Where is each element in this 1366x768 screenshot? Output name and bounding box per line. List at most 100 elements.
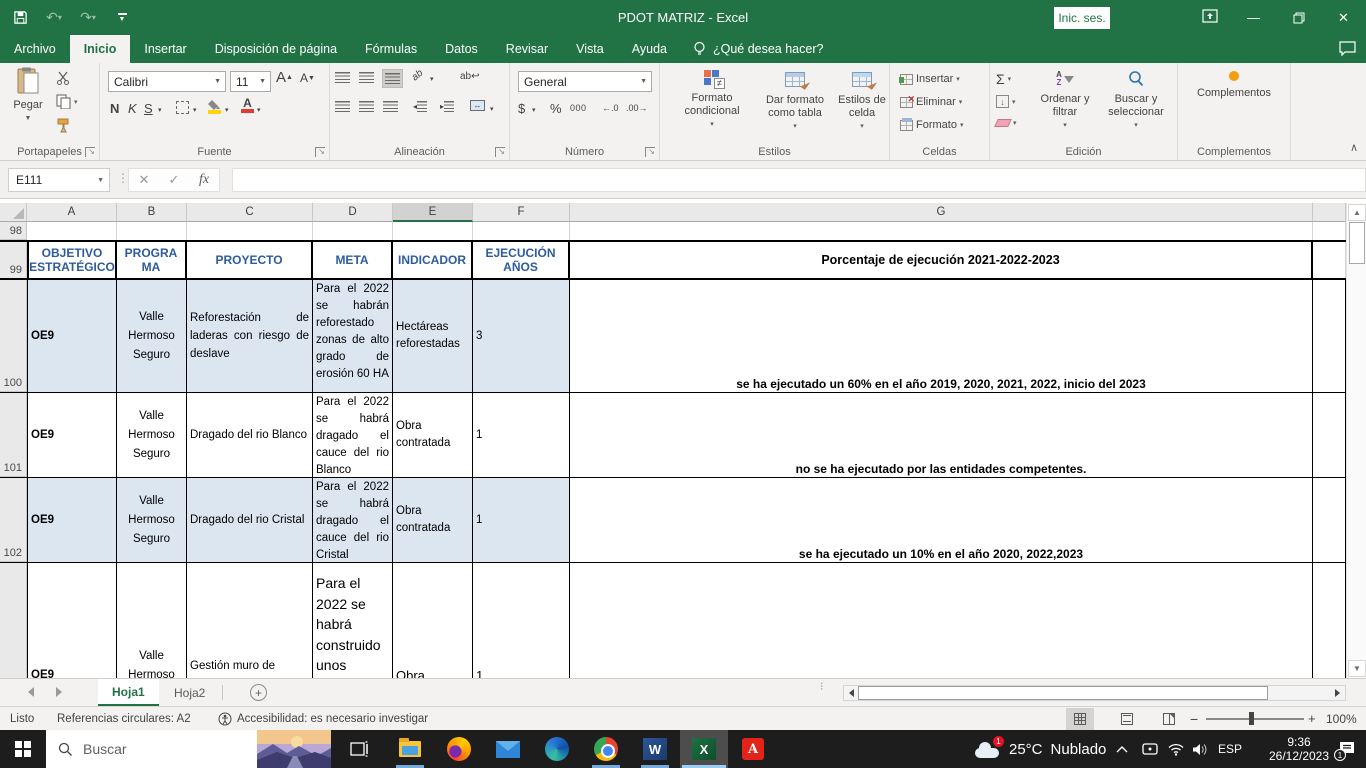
search-highlight-image[interactable] bbox=[257, 730, 331, 768]
sheet-nav-left-icon[interactable] bbox=[28, 687, 34, 697]
clipboard-dialog-launcher[interactable]: ↘ bbox=[85, 147, 95, 157]
edge-button[interactable] bbox=[533, 730, 581, 768]
cell-f101[interactable]: 1 bbox=[473, 393, 570, 477]
collapse-ribbon-icon[interactable]: ∧ bbox=[1350, 141, 1358, 154]
cell-f99[interactable]: EJECUCIÓN AÑOS bbox=[473, 242, 570, 278]
row-header-98[interactable]: 98 bbox=[0, 222, 27, 240]
format-cells-button[interactable]: Formato ▾ bbox=[900, 119, 963, 131]
page-break-view-button[interactable] bbox=[1155, 708, 1183, 730]
cell-f100[interactable]: 3 bbox=[473, 280, 570, 392]
cell-d102[interactable]: Para el 2022 se habrá dragado el cauce d… bbox=[313, 478, 393, 562]
acrobat-button[interactable]: A bbox=[729, 730, 777, 768]
paste-button[interactable]: Pegar ▼ bbox=[6, 67, 50, 125]
fill-button[interactable]: ↓ ▾ bbox=[996, 95, 1016, 108]
cell-d100[interactable]: Para el 2022 se habrán reforestado zonas… bbox=[313, 280, 393, 392]
cell-e102[interactable]: Obra contratada bbox=[393, 478, 473, 562]
cell-b100[interactable]: Valle Hermoso Seguro bbox=[117, 280, 187, 392]
grow-font-icon[interactable]: A▲ bbox=[276, 69, 293, 86]
comments-icon[interactable] bbox=[1339, 41, 1356, 56]
cell-b103[interactable]: Valle Hermoso Seguro bbox=[117, 563, 187, 678]
col-header-c[interactable]: C bbox=[187, 203, 313, 222]
cell-g100[interactable]: se ha ejecutado un 60% en el año 2019, 2… bbox=[570, 280, 1313, 392]
cell-b102[interactable]: Valle Hermoso Seguro bbox=[117, 478, 187, 562]
borders-icon[interactable] bbox=[176, 101, 189, 114]
cell-b99[interactable]: PROGRAMA bbox=[117, 242, 187, 278]
cell-a99[interactable]: OBJETIVO ESTRATÉGICO bbox=[27, 242, 117, 278]
tab-revisar[interactable]: Revisar bbox=[492, 35, 562, 63]
cell-d98[interactable] bbox=[313, 222, 393, 240]
underline-options-chevron[interactable]: ▾ bbox=[158, 106, 162, 114]
alignment-dialog-launcher[interactable]: ↘ bbox=[495, 147, 505, 157]
cut-icon[interactable] bbox=[56, 71, 71, 85]
cell-e101[interactable]: Obra contratada bbox=[393, 393, 473, 477]
find-select-button[interactable]: Buscar y seleccionar ▾ bbox=[1098, 67, 1174, 132]
circular-references-status[interactable]: Referencias circulares: A2 bbox=[57, 707, 191, 730]
row-header-100[interactable]: 100 bbox=[0, 280, 27, 392]
font-size-select[interactable]: 11▼ bbox=[230, 71, 271, 92]
clear-button[interactable]: ▾ bbox=[996, 119, 1017, 127]
cell-e99[interactable]: INDICADOR bbox=[393, 242, 473, 278]
cell-g99[interactable]: Porcentaje de ejecución 2021-2022-2023 bbox=[570, 242, 1313, 278]
row-header-101[interactable]: 101 bbox=[0, 393, 27, 477]
vertical-scrollbar[interactable]: ▲ ▼ bbox=[1346, 203, 1366, 678]
name-box[interactable]: E111 ▼ bbox=[8, 168, 110, 192]
col-header-d[interactable]: D bbox=[313, 203, 393, 222]
cell-styles-button[interactable]: Estilos de celda ▾ bbox=[836, 67, 888, 133]
align-top-icon[interactable] bbox=[335, 72, 350, 83]
start-button[interactable] bbox=[0, 730, 46, 768]
cell-h99[interactable] bbox=[1313, 242, 1346, 278]
chrome-button[interactable] bbox=[582, 730, 630, 768]
bold-icon[interactable]: N bbox=[110, 101, 119, 116]
orientation-chevron[interactable]: ▾ bbox=[430, 75, 434, 83]
minimize-button[interactable]: — bbox=[1231, 0, 1276, 35]
cell-f102[interactable]: 1 bbox=[473, 478, 570, 562]
tab-inicio[interactable]: Inicio bbox=[70, 35, 131, 63]
align-middle-icon[interactable] bbox=[359, 72, 374, 83]
orientation-icon[interactable]: ab bbox=[410, 68, 426, 84]
fill-color-icon[interactable] bbox=[208, 99, 221, 114]
scroll-down-icon[interactable]: ▼ bbox=[1348, 660, 1366, 677]
notification-center-button[interactable]: 1 bbox=[1328, 730, 1366, 768]
vertical-scroll-thumb[interactable] bbox=[1349, 222, 1365, 264]
firefox-button[interactable] bbox=[435, 730, 483, 768]
cell-d103[interactable]: Para el 2022 se habrá construido unos mu… bbox=[313, 563, 393, 678]
cell-a103[interactable]: OE9 bbox=[27, 563, 117, 678]
cell-c100[interactable]: Reforestación de laderas con riesgo de d… bbox=[187, 280, 313, 392]
cell-e100[interactable]: Hectáreas reforestadas bbox=[393, 280, 473, 392]
borders-chevron[interactable]: ▾ bbox=[193, 106, 197, 114]
zoom-slider[interactable] bbox=[1206, 718, 1304, 720]
cell-e98[interactable] bbox=[393, 222, 473, 240]
comma-format-icon[interactable]: 000 bbox=[570, 103, 587, 113]
tab-vista[interactable]: Vista bbox=[562, 35, 618, 63]
word-button[interactable]: W bbox=[631, 730, 679, 768]
sheet-tab-hoja2[interactable]: Hoja2 bbox=[160, 679, 219, 706]
horizontal-scrollbar[interactable] bbox=[843, 685, 1346, 701]
underline-icon[interactable]: S bbox=[144, 101, 153, 116]
autosum-button[interactable]: Σ ▾ bbox=[996, 71, 1011, 87]
zoom-level[interactable]: 100% bbox=[1326, 707, 1357, 730]
tell-me-box[interactable]: ¿Qué desea hacer? bbox=[681, 35, 836, 63]
conditional-formatting-button[interactable]: ≠ Formato condicional ▾ bbox=[672, 67, 752, 131]
shrink-font-icon[interactable]: A▼ bbox=[300, 71, 315, 85]
enter-icon[interactable]: ✓ bbox=[159, 172, 189, 188]
cell-c101[interactable]: Dragado del rio Blanco bbox=[187, 393, 313, 477]
cell-b98[interactable] bbox=[117, 222, 187, 240]
font-name-select[interactable]: Calibri▼ bbox=[108, 71, 226, 92]
ribbon-display-options-icon[interactable] bbox=[1202, 9, 1218, 23]
tab-insertar[interactable]: Insertar bbox=[130, 35, 200, 63]
language-indicator[interactable]: ESP bbox=[1214, 730, 1246, 768]
row-header-103[interactable] bbox=[0, 563, 27, 678]
merge-center-icon[interactable]: ↔ bbox=[470, 100, 485, 111]
cast-screen-icon[interactable] bbox=[1138, 730, 1162, 768]
cell-g103[interactable] bbox=[570, 563, 1313, 678]
formula-input[interactable] bbox=[232, 168, 1366, 192]
taskbar-search-input[interactable]: Buscar bbox=[46, 730, 331, 768]
number-format-select[interactable]: General▼ bbox=[518, 71, 652, 92]
cell-g101[interactable]: no se ha ejecutado por las entidades com… bbox=[570, 393, 1313, 477]
file-explorer-button[interactable] bbox=[386, 730, 434, 768]
zoom-in-icon[interactable]: + bbox=[1308, 707, 1316, 730]
close-button[interactable]: ✕ bbox=[1321, 0, 1366, 35]
cell-c98[interactable] bbox=[187, 222, 313, 240]
horizontal-scroll-thumb[interactable] bbox=[858, 686, 1268, 700]
addins-button[interactable]: Complementos bbox=[1192, 67, 1276, 100]
